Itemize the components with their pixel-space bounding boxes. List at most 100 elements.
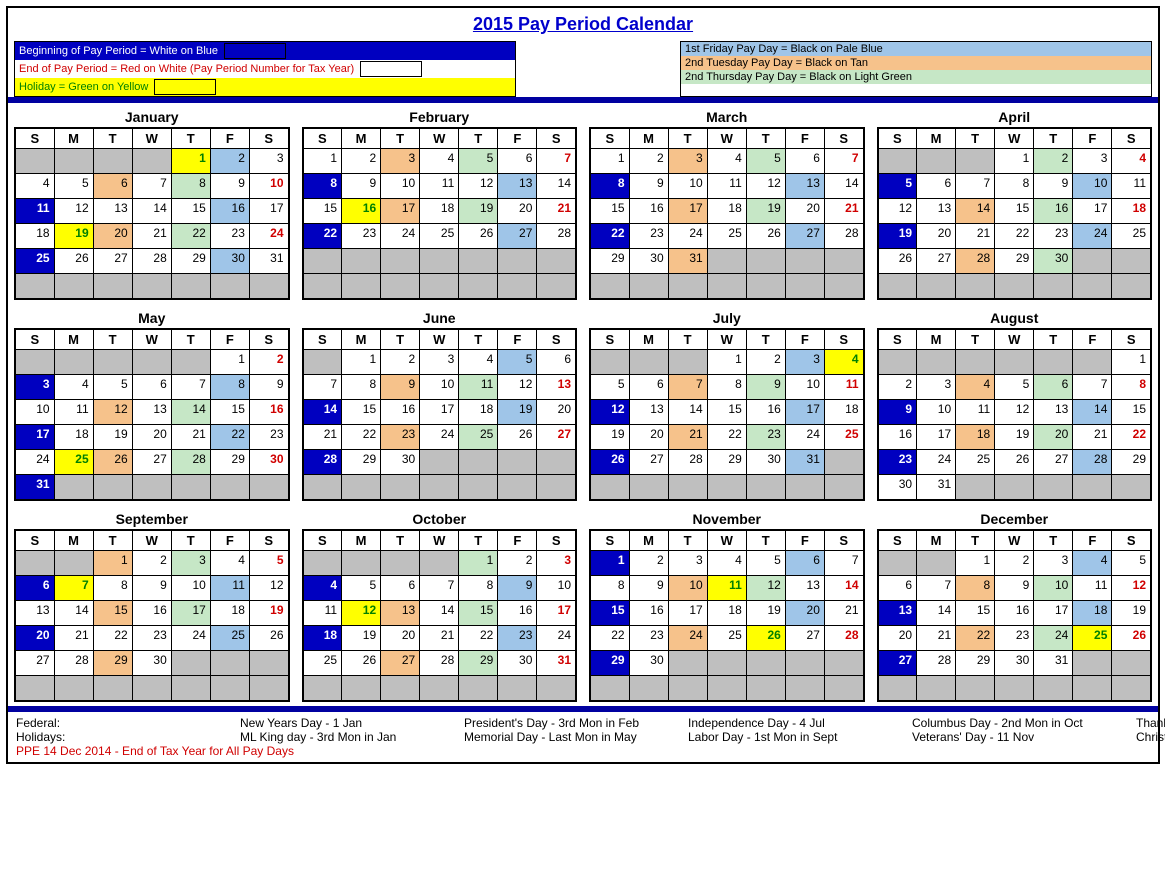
day-cell: 22 <box>995 224 1034 249</box>
day-cell: 13 <box>93 199 132 224</box>
day-cell: 25 <box>1112 224 1151 249</box>
day-cell: 15 <box>707 400 746 425</box>
day-cell: 9 <box>1034 174 1073 199</box>
dow-header: S <box>303 128 342 149</box>
day-cell <box>381 676 420 702</box>
day-cell <box>132 274 171 300</box>
holiday-item: Memorial Day - Last Mon in May <box>464 730 664 744</box>
day-cell <box>668 676 707 702</box>
day-cell: 9 <box>210 174 249 199</box>
day-cell: 15 <box>590 199 629 224</box>
dow-header: S <box>1112 530 1151 551</box>
day-cell <box>132 149 171 174</box>
dow-header: T <box>459 128 498 149</box>
day-cell: 20 <box>15 626 54 651</box>
day-cell: 7 <box>1073 375 1112 400</box>
day-cell <box>210 676 249 702</box>
holiday-item: Independence Day - 4 Jul <box>688 716 888 730</box>
day-cell <box>1112 651 1151 676</box>
day-cell: 11 <box>459 375 498 400</box>
day-cell: 1 <box>1112 350 1151 375</box>
day-cell: 14 <box>303 400 342 425</box>
dow-header: M <box>629 530 668 551</box>
day-cell <box>342 475 381 501</box>
month-october: OctoberSMTWTFS 1234567891011121314151617… <box>296 505 584 706</box>
month-name: February <box>302 107 578 127</box>
day-cell: 3 <box>381 149 420 174</box>
day-cell: 21 <box>54 626 93 651</box>
day-cell: 18 <box>707 199 746 224</box>
day-cell: 2 <box>381 350 420 375</box>
day-cell: 8 <box>590 174 629 199</box>
day-cell <box>1034 350 1073 375</box>
dow-header: M <box>917 329 956 350</box>
day-cell: 10 <box>917 400 956 425</box>
day-cell: 24 <box>537 626 576 651</box>
day-cell <box>171 676 210 702</box>
day-cell: 14 <box>420 601 459 626</box>
day-cell: 13 <box>629 400 668 425</box>
day-cell <box>746 676 785 702</box>
day-cell <box>498 676 537 702</box>
day-cell: 15 <box>303 199 342 224</box>
day-cell: 23 <box>249 425 288 450</box>
day-cell: 27 <box>537 425 576 450</box>
day-cell: 8 <box>93 576 132 601</box>
day-cell <box>342 249 381 274</box>
footer: Federal: Holidays: New Years Day - 1 Jan… <box>8 712 1158 762</box>
day-cell: 8 <box>995 174 1034 199</box>
day-cell: 16 <box>342 199 381 224</box>
calendar-table: SMTWTFS 12345678910111213141516171819202… <box>877 127 1153 300</box>
day-cell: 24 <box>420 425 459 450</box>
day-cell: 23 <box>629 626 668 651</box>
day-cell: 23 <box>878 450 917 475</box>
day-cell: 8 <box>1112 375 1151 400</box>
day-cell: 25 <box>210 626 249 651</box>
day-cell: 14 <box>956 199 995 224</box>
page-title: 2015 Pay Period Calendar <box>8 8 1158 41</box>
dow-header: S <box>15 329 54 350</box>
day-cell <box>459 450 498 475</box>
day-cell: 5 <box>746 149 785 174</box>
day-cell: 10 <box>1034 576 1073 601</box>
dow-header: W <box>132 530 171 551</box>
day-cell: 3 <box>668 551 707 576</box>
day-cell: 17 <box>917 425 956 450</box>
footer-note: PPE 14 Dec 2014 - End of Tax Year for Al… <box>16 744 1150 758</box>
day-cell: 21 <box>824 601 863 626</box>
legend-left: Beginning of Pay Period = White on BlueE… <box>14 41 516 97</box>
dow-header: W <box>707 329 746 350</box>
day-cell: 26 <box>93 450 132 475</box>
day-cell: 9 <box>498 576 537 601</box>
day-cell: 6 <box>917 174 956 199</box>
legend-row: Beginning of Pay Period = White on BlueE… <box>8 41 1158 97</box>
day-cell: 30 <box>132 651 171 676</box>
day-cell: 28 <box>668 450 707 475</box>
day-cell: 3 <box>171 551 210 576</box>
day-cell: 14 <box>171 400 210 425</box>
day-cell: 11 <box>303 601 342 626</box>
dow-header: M <box>917 530 956 551</box>
dow-header: W <box>707 530 746 551</box>
day-cell <box>1112 475 1151 501</box>
day-cell: 15 <box>171 199 210 224</box>
day-cell <box>459 249 498 274</box>
day-cell: 27 <box>785 626 824 651</box>
day-cell: 2 <box>342 149 381 174</box>
day-cell: 27 <box>878 651 917 676</box>
dow-header: T <box>668 329 707 350</box>
day-cell: 5 <box>1112 551 1151 576</box>
day-cell: 26 <box>746 224 785 249</box>
day-cell: 5 <box>249 551 288 576</box>
dow-header: T <box>171 329 210 350</box>
day-cell: 2 <box>132 551 171 576</box>
day-cell: 12 <box>93 400 132 425</box>
day-cell: 29 <box>590 249 629 274</box>
day-cell: 12 <box>995 400 1034 425</box>
dow-header: W <box>132 329 171 350</box>
dow-header: S <box>15 530 54 551</box>
day-cell: 27 <box>917 249 956 274</box>
day-cell: 26 <box>459 224 498 249</box>
day-cell: 10 <box>171 576 210 601</box>
day-cell: 8 <box>342 375 381 400</box>
